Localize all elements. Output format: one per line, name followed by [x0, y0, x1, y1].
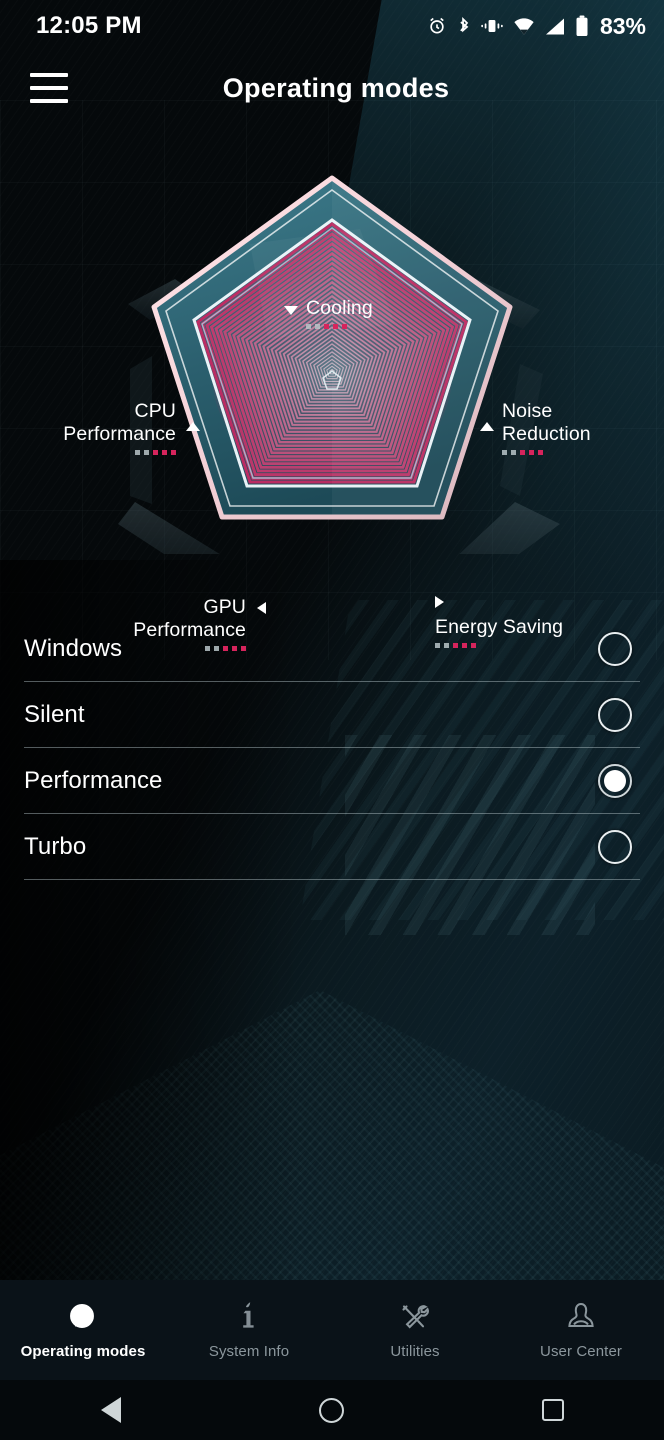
rating-dot [342, 324, 347, 329]
rating-dot [144, 450, 149, 455]
globe-swoosh-icon [66, 1300, 100, 1334]
mode-label: Windows [24, 634, 123, 662]
mode-radio-button[interactable] [598, 697, 632, 732]
status-bar: 12:05 PM 83% [0, 0, 664, 52]
mode-label: Turbo [24, 832, 87, 860]
background-chevron [0, 990, 664, 1290]
rating-dot [153, 450, 158, 455]
rating-dot [315, 324, 320, 329]
mode-label: Performance [24, 766, 163, 794]
info-icon [232, 1300, 266, 1334]
nav-label-operating-modes: Operating modes [20, 1343, 146, 1360]
nav-item-user-center[interactable]: User Center [498, 1300, 664, 1360]
mode-radio-button[interactable] [598, 829, 632, 864]
operating-mode-list: Windows Silent Performance Turbo [0, 616, 664, 880]
recents-button[interactable] [517, 1399, 589, 1421]
alarm-icon [427, 16, 447, 36]
home-button[interactable] [296, 1397, 368, 1423]
radar-axis-cooling: Cooling [284, 297, 373, 329]
radar-axis-noise-reduction: Noise Reduction [480, 400, 591, 455]
mode-row[interactable]: Performance [24, 748, 640, 814]
background-chevron-mirror [0, 990, 664, 1290]
bottom-navigation-bar: Operating modes System Info Utilities Us… [0, 1280, 664, 1380]
rating-dot [324, 324, 329, 329]
nav-label-user-center: User Center [540, 1343, 622, 1360]
mode-label: Silent [24, 700, 85, 728]
nav-label-system-info: System Info [208, 1343, 290, 1360]
mode-row[interactable]: Turbo [24, 814, 640, 880]
rating-dots-noise-reduction [502, 450, 591, 455]
radar-axis-cpu-performance: CPU Performance [63, 400, 200, 455]
tools-icon [398, 1300, 432, 1334]
mode-radio-button[interactable] [598, 631, 632, 666]
app-bar: Operating modes [0, 52, 664, 124]
rating-dot [306, 324, 311, 329]
mode-row[interactable]: Windows [24, 616, 640, 682]
user-icon [564, 1300, 598, 1334]
cellular-signal-icon [544, 17, 566, 36]
triangle-left-icon [257, 602, 266, 614]
mode-row[interactable]: Silent [24, 682, 640, 748]
triangle-down-icon [284, 306, 298, 315]
rating-dots-cpu-performance [63, 450, 176, 455]
rating-dot [171, 450, 176, 455]
nav-item-operating-modes[interactable]: Operating modes [0, 1300, 166, 1360]
page-title: Operating modes [222, 72, 450, 103]
rating-dots-cooling [306, 324, 373, 329]
status-clock: 12:05 PM [36, 12, 142, 39]
wifi-icon [513, 17, 535, 36]
rating-dot [511, 450, 516, 455]
triangle-up-icon [186, 422, 200, 431]
battery-percent: 83% [599, 12, 646, 39]
vibrate-icon [480, 16, 504, 36]
rating-dot [529, 450, 534, 455]
rating-dot [162, 450, 167, 455]
nav-item-system-info[interactable]: System Info [166, 1300, 332, 1360]
nav-item-utilities[interactable]: Utilities [332, 1300, 498, 1360]
hamburger-menu-icon[interactable] [30, 73, 68, 103]
back-button[interactable] [75, 1397, 147, 1423]
rating-dot [333, 324, 338, 329]
rating-dot [520, 450, 525, 455]
battery-icon [575, 15, 589, 37]
nav-label-utilities: Utilities [390, 1343, 440, 1360]
triangle-up-icon [480, 422, 494, 431]
rating-dot [538, 450, 543, 455]
radar-chart-svg [118, 175, 560, 554]
status-icon-group: 83% [427, 13, 646, 40]
android-navigation-bar [0, 1380, 664, 1440]
rating-dot [502, 450, 507, 455]
triangle-right-icon [435, 596, 444, 608]
app-screen: 12:05 PM 83% Operating modes Cooling Noi… [0, 0, 664, 1440]
rating-dot [135, 450, 140, 455]
radar-chart: Cooling Noise Reduction CPU Performance … [0, 124, 664, 651]
bluetooth-icon [456, 16, 471, 37]
mode-radio-button[interactable] [598, 763, 632, 798]
